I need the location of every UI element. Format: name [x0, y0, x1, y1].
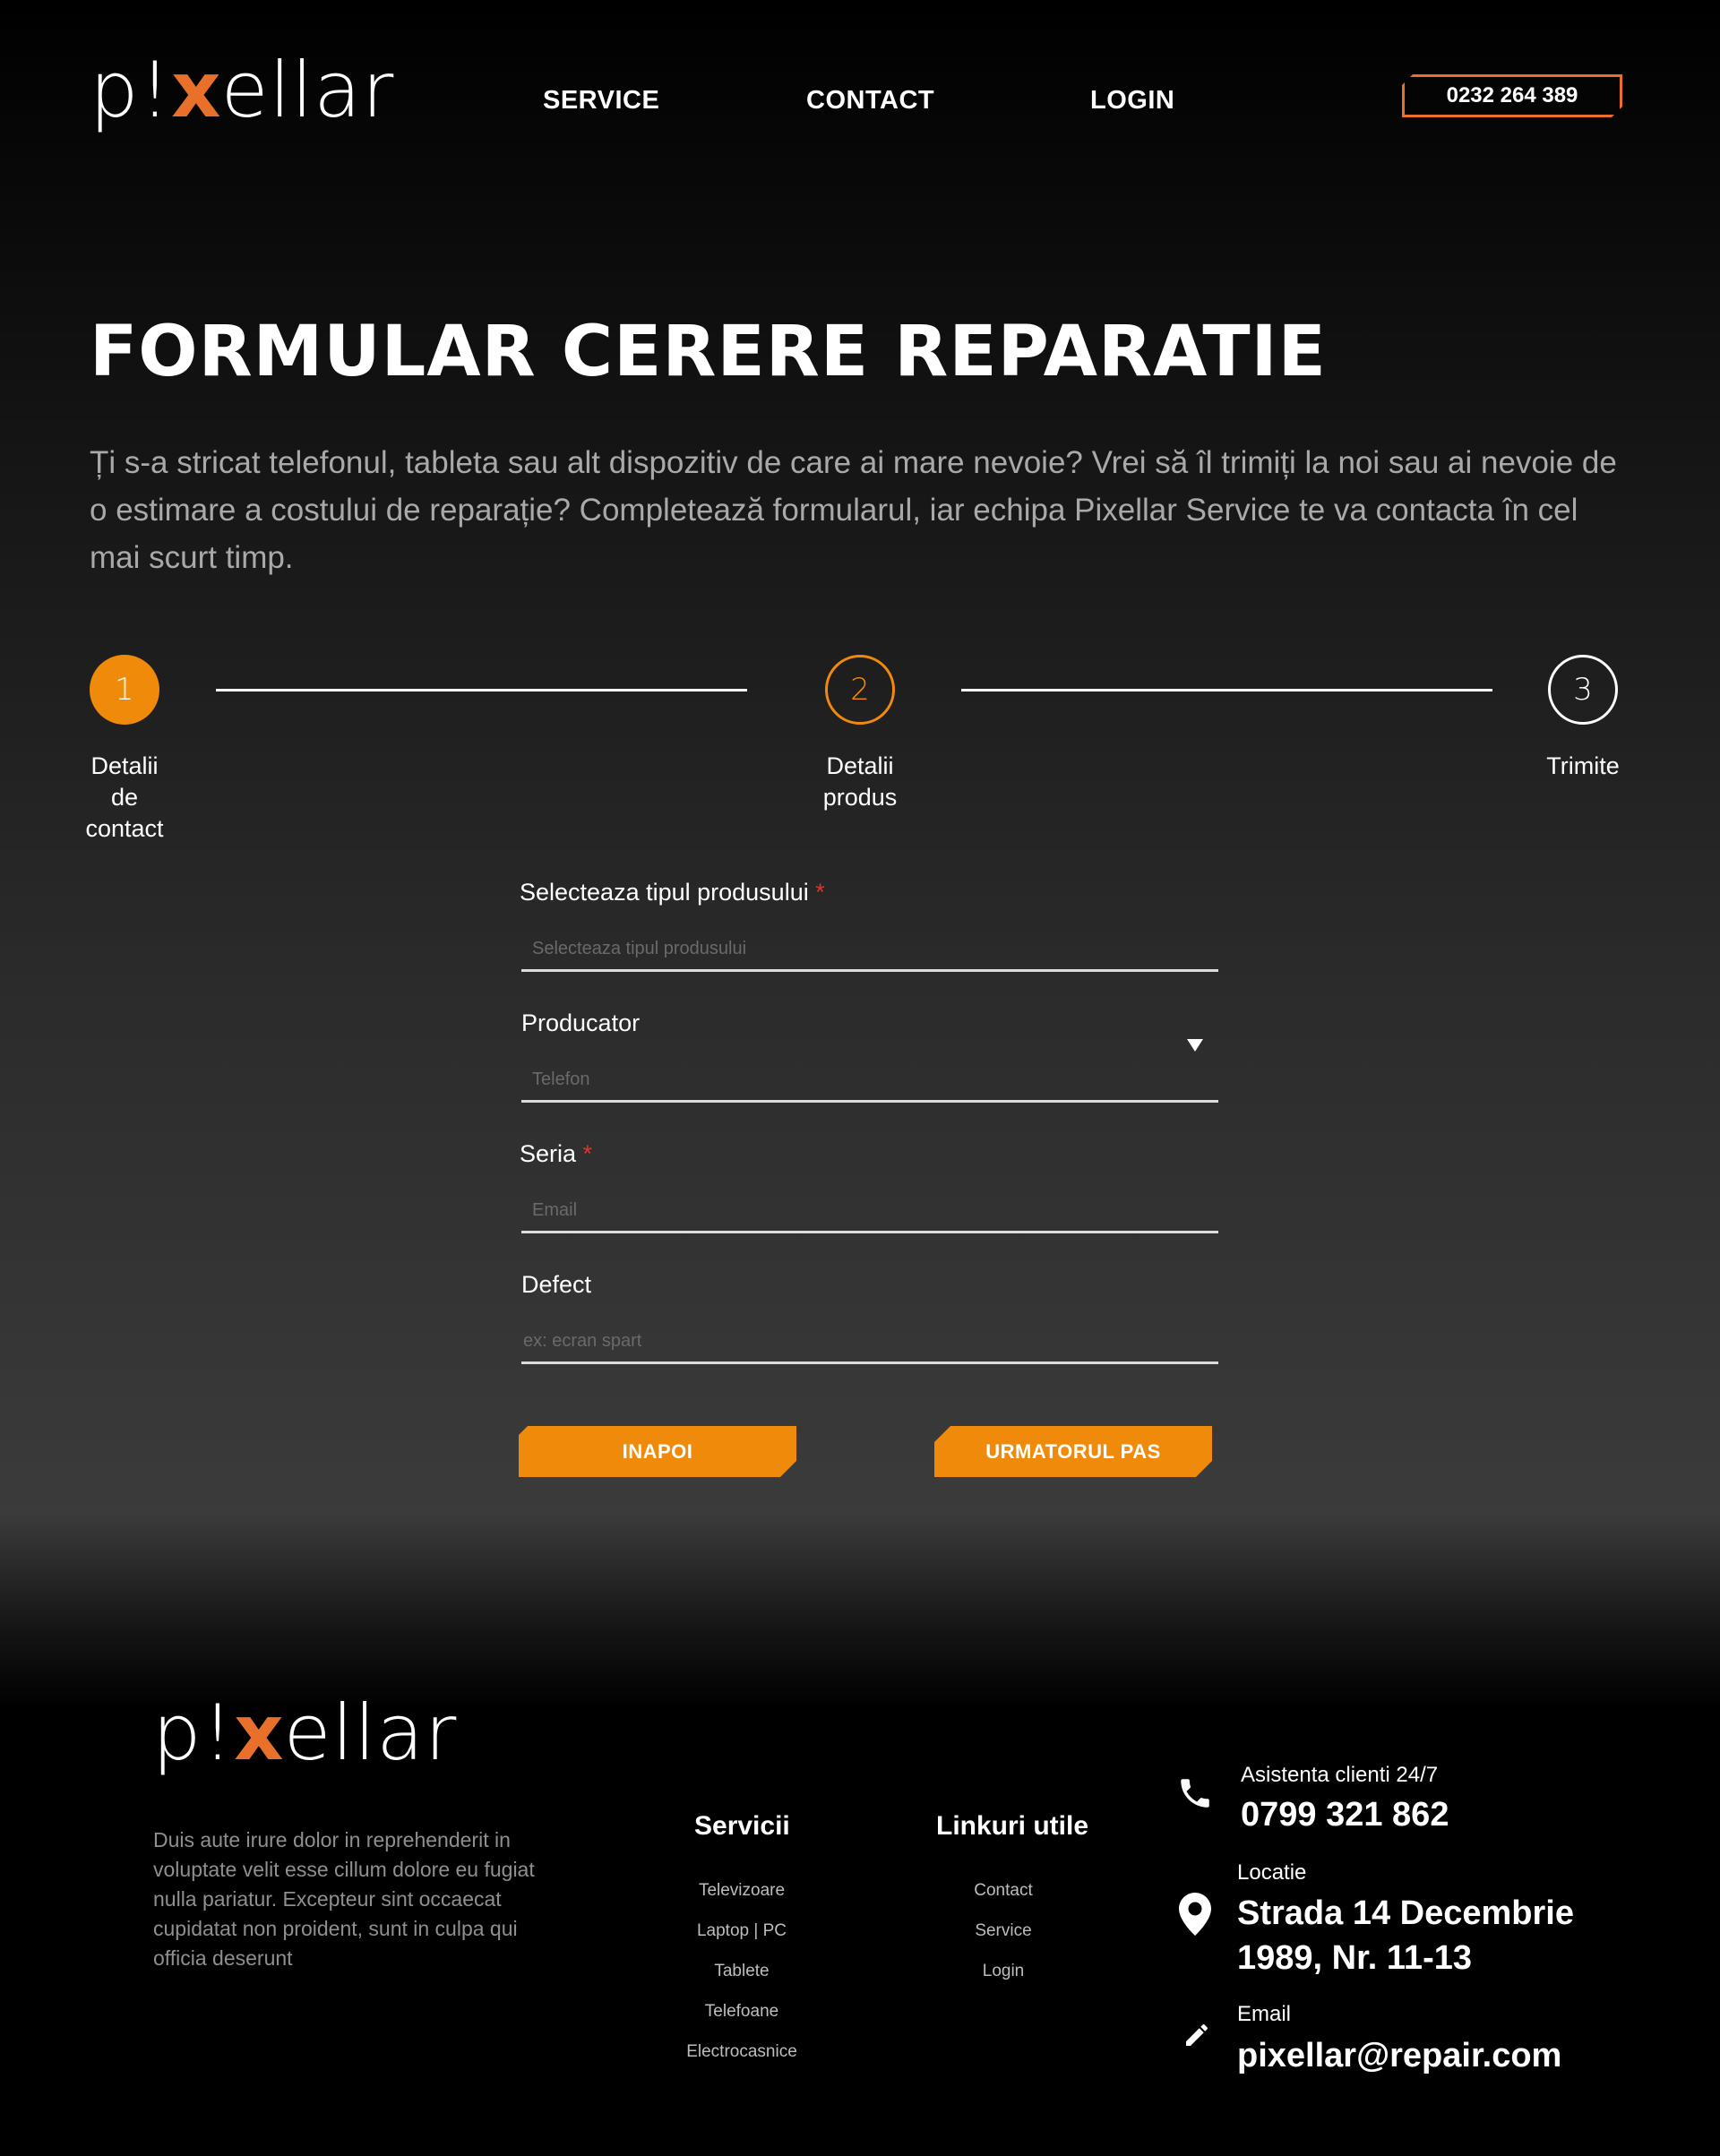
header-logo[interactable]: p! x ellar — [90, 52, 394, 129]
footer-useful-link[interactable]: Service — [905, 1921, 1102, 1941]
useful-links-heading: Linkuri utile — [936, 1811, 1089, 1841]
step-3-circle[interactable]: 3 — [1548, 655, 1618, 725]
manufacturer-label: Producator — [521, 1009, 641, 1036]
step-1-label-line: Detalii — [90, 752, 159, 779]
logo-text-left: p! — [152, 1688, 235, 1778]
step-3-label-line: Trimite — [1546, 752, 1620, 779]
logo-x-mark: x — [171, 46, 221, 135]
step-2-circle[interactable]: 2 — [825, 655, 895, 725]
series-label: Seria * — [520, 1140, 592, 1168]
footer-description: Duis aute irure dolor in reprehenderit i… — [153, 1828, 535, 1970]
logo-text-right: ellar — [283, 1688, 458, 1778]
nav-service[interactable]: SERVICE — [543, 86, 659, 116]
pencil-icon — [1186, 2024, 1208, 2046]
footer-useful-link[interactable]: Login — [905, 1962, 1102, 1981]
location-line-2: 1989, Nr. 11-13 — [1237, 1939, 1472, 1977]
series-label-text: Seria — [520, 1140, 577, 1167]
step-connector-1 — [216, 689, 747, 691]
footer-useful-link[interactable]: Contact — [905, 1881, 1102, 1901]
product-type-label: Selecteaza tipul produsului * — [520, 879, 825, 906]
phone-icon — [1181, 1779, 1209, 1808]
back-button[interactable]: INAPOI — [519, 1426, 796, 1477]
product-type-label-text: Selecteaza tipul produsului — [520, 879, 809, 906]
header-phone-button[interactable]: 0232 264 389 — [1402, 74, 1622, 117]
dropdown-arrow-icon[interactable] — [1187, 1039, 1203, 1052]
logo-text-left: p! — [90, 46, 172, 135]
product-type-select[interactable] — [521, 929, 1218, 972]
step-2-label-line: produs — [822, 784, 898, 811]
required-marker: * — [582, 1140, 593, 1167]
logo-x-mark: x — [234, 1688, 284, 1778]
logo-text-right: ellar — [220, 46, 395, 135]
email-label: Email — [1237, 2002, 1292, 2026]
footer-service-link[interactable]: Tablete — [643, 1962, 840, 1981]
footer-service-link[interactable]: Laptop | PC — [643, 1921, 840, 1941]
footer-logo[interactable]: p! x ellar — [152, 1695, 457, 1772]
support-label: Asistenta clienti 24/7 — [1241, 1763, 1439, 1787]
required-marker: * — [815, 879, 825, 906]
step-connector-2 — [961, 689, 1492, 691]
footer-service-link[interactable]: Electrocasnice — [643, 2042, 840, 2062]
footer-email[interactable]: pixellar@repair.com — [1237, 2033, 1561, 2078]
page-intro: Ți s-a stricat telefonul, tableta sau al… — [90, 445, 1617, 575]
step-1-label-line: contact — [85, 815, 164, 842]
manufacturer-select[interactable] — [521, 1060, 1218, 1103]
nav-contact[interactable]: CONTACT — [806, 86, 934, 116]
step-1-label: Detalii de contact — [71, 751, 178, 845]
step-3-label: Trimite — [1529, 751, 1637, 782]
defect-input[interactable] — [521, 1321, 1218, 1364]
support-phone[interactable]: 0799 321 862 — [1241, 1792, 1449, 1837]
defect-label: Defect — [521, 1271, 592, 1298]
step-1-label-line: de — [110, 784, 139, 811]
step-2-label: Detalii produs — [806, 751, 914, 813]
series-input[interactable] — [521, 1190, 1218, 1233]
page-title: FORMULAR CERERE REPARATIE — [90, 312, 1327, 392]
location-label: Locatie — [1237, 1860, 1307, 1885]
nav-login[interactable]: LOGIN — [1090, 86, 1174, 116]
location-line-1: Strada 14 Decembrie — [1237, 1894, 1574, 1932]
location-pin-icon — [1179, 1893, 1211, 1936]
next-step-button[interactable]: URMATORUL PAS — [934, 1426, 1212, 1477]
footer-service-link[interactable]: Televizoare — [643, 1881, 840, 1901]
step-2-label-line: Detalii — [826, 752, 894, 779]
step-1-circle[interactable]: 1 — [90, 655, 159, 725]
services-heading: Servicii — [694, 1811, 790, 1841]
footer-service-link[interactable]: Telefoane — [643, 2002, 840, 2022]
